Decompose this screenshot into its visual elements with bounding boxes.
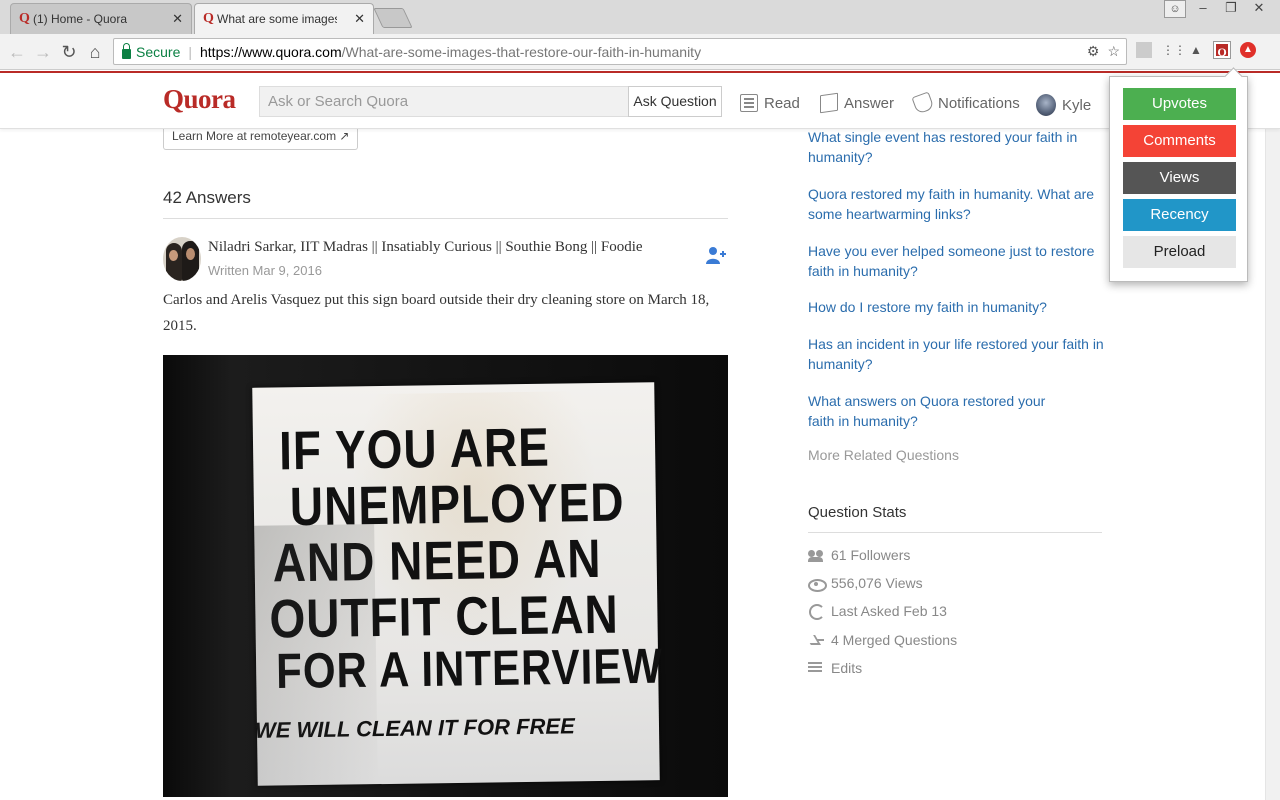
quora-extension-icon[interactable]: Q [1213, 41, 1231, 59]
nav-answer[interactable]: Answer [820, 92, 895, 114]
question-stats-title: Question Stats [808, 504, 907, 521]
stat-last-asked-label: Last Asked Feb 13 [831, 603, 947, 619]
tab-title: What are some images t [217, 12, 337, 26]
quora-logo[interactable]: Quora [163, 84, 236, 115]
quora-header: Quora Ask or Search Quora Ask Question R… [0, 71, 1280, 129]
forward-icon[interactable]: → [33, 42, 53, 63]
related-question-link[interactable]: Have you ever helped someone just to res… [808, 241, 1108, 281]
reload-icon[interactable]: ↻ [59, 42, 79, 63]
author-name[interactable]: Niladri Sarkar, IIT Madras || Insatiably… [208, 239, 643, 256]
stat-merged[interactable]: 4 Merged Questions [808, 632, 957, 648]
external-link-icon: ↗ [339, 129, 350, 143]
main-column: Learn More at remoteyear.com ↗ 42 Answer… [163, 129, 728, 800]
tab-title: (1) Home - Quora [33, 12, 128, 26]
extension-icons: ⋮⋮ ▲ Q ▲ [1136, 41, 1256, 59]
restore-icon[interactable]: ❐ [1220, 0, 1242, 18]
minimize-icon[interactable]: – [1192, 0, 1214, 18]
lock-icon [122, 42, 131, 59]
secure-indicator[interactable]: Secure [122, 42, 181, 60]
browser-tab-strip: Q (1) Home - Quora ✕ Q What are some ima… [0, 0, 1280, 34]
related-question-link[interactable]: What single event has restored your fait… [808, 127, 1108, 167]
comments-button[interactable]: Comments [1123, 125, 1236, 157]
search-input[interactable]: Ask or Search Quora [259, 86, 629, 117]
sign-line: WE WILL CLEAN IT FOR FREE [254, 713, 575, 743]
url-host: https://www.quora.com [200, 43, 342, 60]
related-question-link[interactable]: How do I restore my faith in humanity? [808, 297, 1108, 317]
merge-icon [808, 633, 824, 647]
new-tab-button[interactable] [373, 8, 413, 28]
tab-current-question[interactable]: Q What are some images t ✕ [194, 3, 374, 34]
recency-button[interactable]: Recency [1123, 199, 1236, 231]
answers-count: 42 Answers [163, 188, 251, 207]
read-icon [740, 94, 758, 112]
translate-icon[interactable]: ⚙ [1087, 43, 1100, 60]
nav-answer-label: Answer [844, 94, 895, 112]
quora-favicon-icon: Q [19, 11, 30, 26]
followers-icon [808, 548, 824, 562]
answer-date[interactable]: Written Mar 9, 2016 [208, 263, 322, 278]
tab-home-quora[interactable]: Q (1) Home - Quora ✕ [10, 3, 192, 34]
views-button[interactable]: Views [1123, 162, 1236, 194]
related-question-link[interactable]: Has an incident in your life restored yo… [808, 334, 1108, 374]
nav-notifications[interactable]: Notifications [911, 91, 1020, 115]
answer-image[interactable]: IF YOU ARE UNEMPLOYED AND NEED AN OUTFIT… [163, 355, 728, 797]
refresh-icon [808, 604, 825, 620]
follow-user-icon[interactable] [705, 245, 727, 267]
stat-last-asked[interactable]: Last Asked Feb 13 [808, 603, 947, 620]
url-path: /What-are-some-images-that-restore-our-f… [341, 43, 702, 60]
answer-text: Carlos and Arelis Vasquez put this sign … [163, 292, 710, 334]
back-icon[interactable]: ← [7, 42, 27, 63]
omnibox-separator: | [188, 43, 192, 60]
nav-read[interactable]: Read [740, 94, 800, 112]
page-scrollbar[interactable] [1265, 72, 1280, 800]
home-icon[interactable]: ⌂ [85, 42, 105, 63]
related-question-link[interactable]: What answers on Quora restored your fait… [808, 391, 1068, 431]
profile-icon[interactable]: ☺ [1164, 0, 1186, 18]
preload-button[interactable]: Preload [1123, 236, 1236, 268]
divider [808, 532, 1102, 533]
browser-toolbar: ← → ↻ ⌂ Secure | https://www.quora.com/W… [0, 34, 1280, 70]
stat-followers-label: 61 Followers [831, 547, 911, 563]
url-text: https://www.quora.com/What-are-some-imag… [200, 44, 701, 60]
secure-label: Secure [136, 43, 181, 60]
window-controls: ☺ – ❐ ✕ [1164, 0, 1270, 18]
omnibox-icons: ⚙ ☆ [1087, 43, 1120, 60]
related-question-link[interactable]: Quora restored my faith in humanity. Wha… [808, 184, 1108, 224]
tab-close-icon[interactable]: ✕ [354, 11, 365, 27]
nav-user-label: Kyle [1062, 96, 1092, 114]
extension-popup: Upvotes Comments Views Recency Preload [1109, 76, 1248, 282]
red-extension-icon[interactable]: ▲ [1240, 42, 1256, 58]
sign-board: IF YOU ARE UNEMPLOYED AND NEED AN OUTFIT… [252, 382, 663, 786]
eye-icon [808, 576, 827, 592]
address-bar[interactable]: Secure | https://www.quora.com/What-are-… [113, 38, 1127, 65]
tab-close-icon[interactable]: ✕ [172, 11, 183, 27]
nav-read-label: Read [764, 94, 800, 112]
learn-more-link[interactable]: Learn More at remoteyear.com ↗ [163, 129, 359, 150]
stat-views: 556,076 Views [808, 575, 923, 592]
learn-more-label: Learn More at remoteyear.com [172, 129, 337, 143]
stat-merged-label: 4 Merged Questions [831, 632, 958, 648]
more-related-questions-link[interactable]: More Related Questions [808, 447, 959, 463]
close-window-icon[interactable]: ✕ [1248, 0, 1270, 18]
author-avatar[interactable] [163, 237, 201, 281]
sign-line: FOR A INTERVIEW [275, 637, 664, 699]
ask-question-button[interactable]: Ask Question [628, 86, 722, 117]
notifications-icon [911, 91, 935, 115]
extension-grey-icon[interactable] [1136, 42, 1152, 58]
stat-views-label: 556,076 Views [831, 575, 923, 591]
user-avatar [1036, 94, 1056, 116]
quora-favicon-icon: Q [203, 11, 214, 26]
answer-icon [820, 92, 838, 114]
divider [163, 218, 728, 219]
edits-icon [808, 661, 824, 675]
stat-edits[interactable]: Edits [808, 660, 862, 676]
stat-edits-label: Edits [831, 660, 863, 676]
upvotes-button[interactable]: Upvotes [1123, 88, 1236, 120]
apps-grid-icon[interactable]: ⋮⋮ [1162, 42, 1186, 58]
stat-followers[interactable]: 61 Followers [808, 547, 910, 563]
drive-icon[interactable]: ▲ [1188, 42, 1204, 58]
bookmark-star-icon[interactable]: ☆ [1107, 43, 1120, 60]
nav-notifications-label: Notifications [938, 94, 1020, 112]
nav-user[interactable]: Kyle [1036, 94, 1091, 116]
